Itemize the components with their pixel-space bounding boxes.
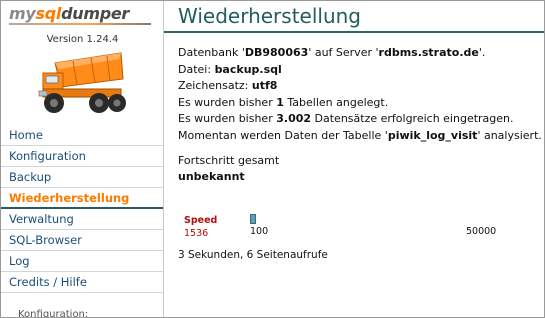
logo-part-dumper: dumper (61, 4, 129, 23)
database-line: Datenbank 'DB980063' auf Server 'rdbms.s… (178, 45, 542, 62)
db-mid: ' auf Server ' (308, 46, 379, 59)
app-window: mysqldumper Version 1.24.4 Home Konfigur… (0, 0, 545, 318)
tables-line: Es wurden bisher 1 Tabellen angelegt. (178, 95, 542, 112)
main-content: Wiederherstellung Datenbank 'DB980063' a… (164, 1, 544, 317)
charset-value: utf8 (251, 79, 278, 92)
restore-info: Datenbank 'DB980063' auf Server 'rdbms.s… (178, 45, 542, 144)
tables-prefix: Es wurden bisher (178, 95, 277, 109)
logo-part-sql: sql (35, 4, 62, 23)
speed-value: 1536 (184, 228, 209, 239)
main-nav: Home Konfiguration Backup Wiederherstell… (1, 125, 163, 293)
db-suffix: '. (478, 46, 486, 59)
page-stats: 3 Sekunden, 6 Seitenaufrufe (178, 249, 328, 261)
nav-item-home[interactable]: Home (1, 125, 163, 146)
title-divider (164, 31, 544, 33)
progress-label: Fortschritt gesamt (178, 154, 280, 167)
tables-suffix: Tabellen angelegt. (283, 95, 389, 109)
db-prefix: Datenbank ' (178, 46, 245, 59)
nav-item-backup[interactable]: Backup (1, 167, 163, 188)
nav-item-konfiguration[interactable]: Konfiguration (1, 146, 163, 167)
dump-truck-icon (38, 52, 126, 113)
config-selector-label: Konfiguration: (18, 309, 89, 318)
current-suffix: ' analysiert. (477, 128, 542, 142)
file-name: backup.sql (214, 62, 282, 76)
version-label: Version 1.24.4 (46, 34, 119, 45)
speed-max-label: 50000 (466, 226, 497, 237)
speed-bar (250, 214, 256, 224)
speed-min-label: 100 (250, 226, 269, 237)
nav-item-credits-hilfe[interactable]: Credits / Hilfe (1, 272, 163, 293)
server-name: rdbms.strato.de (378, 46, 479, 59)
records-prefix: Es wurden bisher (178, 112, 277, 125)
charset-line: Zeichensatz: utf8 (178, 78, 542, 95)
logo-underline (9, 23, 151, 25)
sidebar: mysqldumper Version 1.24.4 Home Konfigur… (1, 1, 164, 318)
nav-item-log[interactable]: Log (1, 251, 163, 272)
charset-label: Zeichensatz: (178, 79, 252, 92)
current-prefix: Momentan werden Daten der Tabelle ' (178, 128, 388, 142)
logo-part-my: my (9, 4, 36, 23)
current-table-line: Momentan werden Daten der Tabelle 'piwik… (178, 128, 542, 145)
file-line: Datei: backup.sql (178, 62, 542, 79)
nav-item-verwaltung[interactable]: Verwaltung (1, 209, 163, 230)
file-label: Datei: (178, 62, 215, 76)
progress-value: unbekannt (178, 170, 245, 183)
page-title: Wiederherstellung (178, 4, 361, 28)
nav-item-wiederherstellung[interactable]: Wiederherstellung (1, 188, 163, 209)
db-name: DB980063 (244, 46, 309, 59)
records-suffix: Datensätze erfolgreich eingetragen. (311, 112, 514, 125)
current-table: piwik_log_visit (387, 128, 478, 142)
records-line: Es wurden bisher 3.002 Datensätze erfolg… (178, 111, 542, 128)
speed-label: Speed (184, 215, 218, 226)
nav-item-sql-browser[interactable]: SQL-Browser (1, 230, 163, 251)
tables-count: 1 (276, 95, 284, 109)
records-count: 3.002 (276, 112, 312, 125)
